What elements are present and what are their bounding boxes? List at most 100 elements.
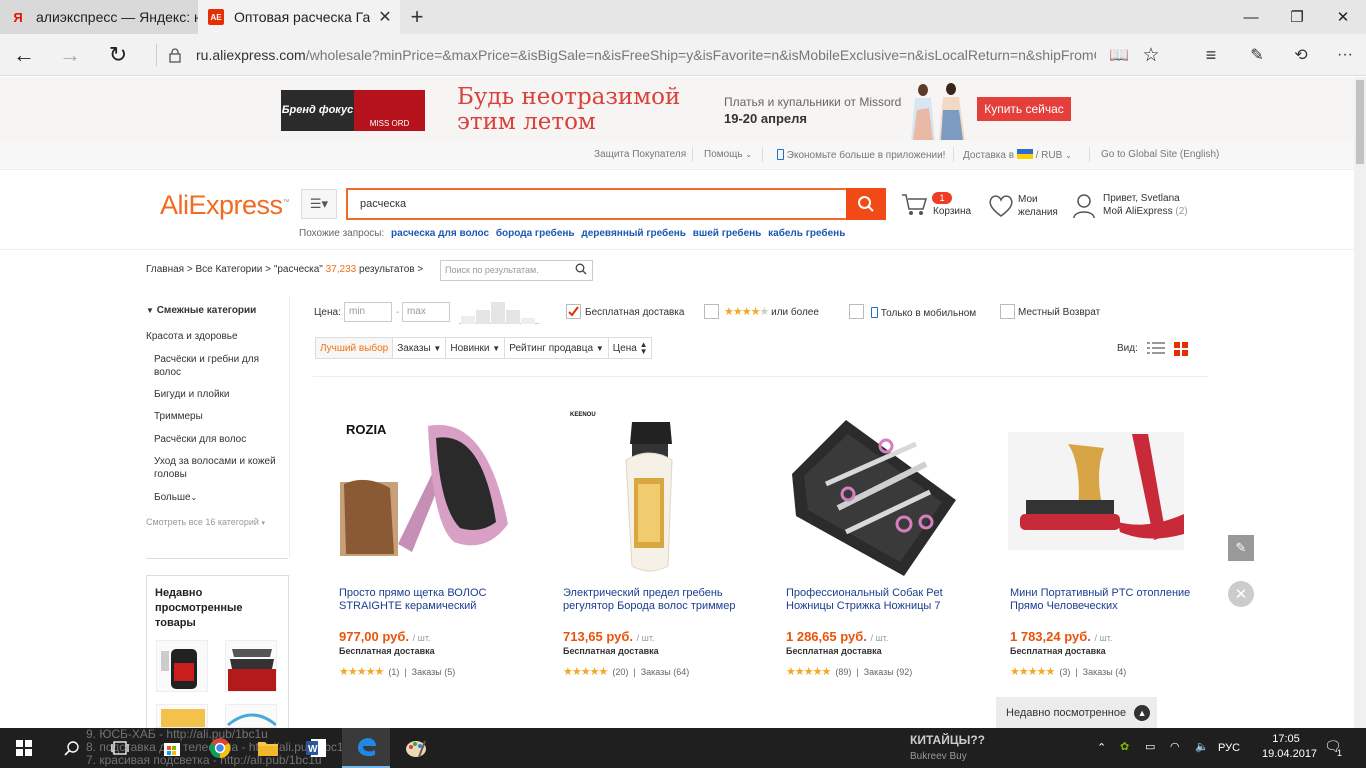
product-image[interactable]: ROZIA bbox=[336, 404, 512, 580]
scrollbar-thumb[interactable] bbox=[1356, 80, 1364, 164]
account-link[interactable]: Привет, Svetlana Мой AliExpress (2) bbox=[1103, 192, 1188, 218]
product-title[interactable]: Профессиональный Собак Pet Ножницы Стриж… bbox=[786, 587, 976, 613]
mobile-only-label[interactable]: Только в мобильном bbox=[871, 307, 976, 319]
help-link[interactable]: Помощь ⌄ bbox=[704, 149, 752, 160]
related-link[interactable]: кабель гребень bbox=[768, 228, 845, 239]
sidebar-item-curlers[interactable]: Бигуди и плойки bbox=[154, 388, 230, 401]
free-shipping-checkbox[interactable] bbox=[566, 304, 581, 319]
user-icon[interactable] bbox=[1072, 193, 1096, 224]
buy-now-button[interactable]: Купить сейчас bbox=[977, 97, 1071, 121]
sort-orders[interactable]: Заказы ▼ bbox=[393, 338, 447, 358]
web-note-icon[interactable]: ✎ bbox=[1244, 42, 1270, 68]
cart-label[interactable]: Корзина bbox=[933, 205, 971, 218]
review-count[interactable]: (3) bbox=[1059, 667, 1070, 677]
search-within-results-input[interactable]: Поиск по результатам. bbox=[440, 260, 593, 281]
hub-icon[interactable]: ≡ bbox=[1198, 42, 1224, 68]
buyer-protection-link[interactable]: Защита Покупателя bbox=[594, 149, 686, 160]
local-return-label[interactable]: Местный Возврат bbox=[1018, 307, 1100, 318]
app-tray-icon[interactable]: ✿ bbox=[1120, 740, 1129, 753]
app-link[interactable]: Экономьте больше в приложении! bbox=[777, 149, 945, 161]
chrome-taskbar-icon[interactable] bbox=[196, 728, 244, 768]
related-link[interactable]: расческа для волос bbox=[391, 228, 489, 239]
sort-seller-rating[interactable]: Рейтинг продавца ▼ bbox=[505, 338, 609, 358]
related-link[interactable]: деревянный гребень bbox=[581, 228, 686, 239]
battery-icon[interactable]: ▭ bbox=[1145, 740, 1155, 753]
scrollbar[interactable] bbox=[1354, 77, 1366, 728]
recent-product-thumb[interactable] bbox=[156, 640, 208, 692]
back-icon[interactable]: ← bbox=[0, 34, 48, 76]
local-return-checkbox[interactable] bbox=[1000, 304, 1015, 319]
sidebar-item-combs[interactable]: Расчёски и гребни для волос bbox=[154, 353, 269, 379]
related-categories-heading[interactable]: ▼ Смежные категории bbox=[146, 304, 256, 317]
forward-icon[interactable]: → bbox=[46, 34, 94, 76]
new-tab-button[interactable]: + bbox=[402, 0, 432, 34]
heart-icon[interactable] bbox=[988, 194, 1014, 223]
clock[interactable]: 17:05 19.04.2017 bbox=[1262, 733, 1317, 760]
close-window-button[interactable]: ✕ bbox=[1320, 0, 1366, 34]
more-icon[interactable]: ··· bbox=[1332, 42, 1358, 68]
word-taskbar-icon[interactable]: W bbox=[292, 728, 340, 768]
product-title[interactable]: Просто прямо щетка ВОЛОС STRAIGHTE керам… bbox=[339, 587, 529, 613]
review-count[interactable]: (20) bbox=[612, 667, 628, 677]
sidebar-item-hairbrushes[interactable]: Расчёски для волос bbox=[154, 433, 246, 446]
task-view-button[interactable] bbox=[96, 728, 144, 768]
aliexpress-logo[interactable]: AliExpress™ bbox=[160, 190, 290, 221]
product-image[interactable] bbox=[1008, 404, 1184, 580]
product-title[interactable]: Мини Портативный PTC отопление Прямо Чел… bbox=[1010, 587, 1200, 613]
tab-aliexpress[interactable]: AE Оптовая расческа Гале ✕ bbox=[198, 0, 400, 34]
refresh-icon[interactable]: ↻ bbox=[94, 34, 142, 76]
search-button[interactable] bbox=[846, 188, 886, 220]
sort-best-match[interactable]: Лучший выбор bbox=[316, 338, 394, 358]
related-link[interactable]: борода гребень bbox=[496, 228, 575, 239]
store-taskbar-icon[interactable] bbox=[148, 728, 196, 768]
max-price-input[interactable]: max bbox=[402, 302, 450, 322]
wishlist-link[interactable]: Мои желания bbox=[1018, 193, 1058, 219]
wifi-icon[interactable]: ◠ bbox=[1170, 740, 1180, 753]
url-field[interactable]: ru.aliexpress.com/wholesale?minPrice=&ma… bbox=[196, 44, 1096, 66]
list-view-icon[interactable] bbox=[1147, 341, 1165, 361]
sidebar-more-link[interactable]: Больше⌄ bbox=[154, 491, 197, 504]
min-price-input[interactable]: min bbox=[344, 302, 392, 322]
search-input[interactable] bbox=[346, 188, 846, 220]
edge-taskbar-icon[interactable] bbox=[342, 728, 390, 768]
sort-newest[interactable]: Новинки ▼ bbox=[446, 338, 506, 358]
categories-menu-button[interactable]: ☰▾ bbox=[301, 189, 337, 219]
rating-filter-label[interactable]: ★★★★★ или более bbox=[724, 305, 819, 318]
recent-product-thumb[interactable] bbox=[225, 704, 277, 728]
recent-product-thumb[interactable] bbox=[225, 640, 277, 692]
breadcrumb-home[interactable]: Главная bbox=[146, 264, 184, 275]
volume-icon[interactable]: 🔈 bbox=[1195, 740, 1209, 753]
search-icon[interactable] bbox=[575, 263, 587, 282]
product-image[interactable]: KEENOU bbox=[560, 404, 736, 580]
paint-taskbar-icon[interactable] bbox=[392, 728, 440, 768]
see-all-categories-link[interactable]: Смотреть все 16 категорий ▾ bbox=[146, 516, 265, 530]
reading-view-icon[interactable]: 📖 bbox=[1108, 44, 1130, 66]
breadcrumb-all-categories[interactable]: Все Категории bbox=[195, 264, 262, 275]
language-indicator[interactable]: РУС bbox=[1218, 742, 1240, 754]
minimize-button[interactable]: — bbox=[1228, 0, 1274, 34]
search-taskbar-button[interactable] bbox=[48, 728, 96, 768]
edit-tool-button[interactable]: ✎ bbox=[1228, 535, 1254, 561]
sidebar-item-trimmers[interactable]: Триммеры bbox=[154, 410, 203, 423]
global-site-link[interactable]: Go to Global Site (English) bbox=[1101, 149, 1219, 160]
rating-checkbox[interactable] bbox=[704, 304, 719, 319]
share-icon[interactable]: ⟲ bbox=[1288, 42, 1314, 68]
start-button[interactable] bbox=[0, 728, 48, 768]
free-shipping-label[interactable]: Бесплатная доставка bbox=[585, 307, 684, 318]
ship-to-selector[interactable]: Доставка в / RUB ⌄ bbox=[963, 149, 1072, 161]
recent-product-thumb[interactable] bbox=[156, 704, 208, 728]
tab-yandex[interactable]: Я алиэкспресс — Яндекс: наш bbox=[0, 0, 198, 34]
show-hidden-icons[interactable]: ⌃ bbox=[1097, 741, 1106, 754]
sidebar-category[interactable]: Красота и здоровье bbox=[146, 330, 238, 343]
favorite-star-icon[interactable]: ☆ bbox=[1140, 42, 1162, 68]
file-explorer-taskbar-icon[interactable] bbox=[244, 728, 292, 768]
close-tab-icon[interactable]: ✕ bbox=[370, 7, 400, 27]
recently-viewed-toggle[interactable]: Недавно посмотренное ▲ bbox=[996, 697, 1157, 728]
related-link[interactable]: вшей гребень bbox=[693, 228, 762, 239]
sort-price[interactable]: Цена ▲ ▼ bbox=[609, 338, 652, 358]
product-title[interactable]: Электрический предел гребень регулятор Б… bbox=[563, 587, 753, 613]
cart-icon[interactable] bbox=[901, 193, 928, 222]
review-count[interactable]: (89) bbox=[835, 667, 851, 677]
maximize-button[interactable]: ❐ bbox=[1274, 0, 1320, 34]
grid-view-icon[interactable] bbox=[1174, 342, 1188, 361]
